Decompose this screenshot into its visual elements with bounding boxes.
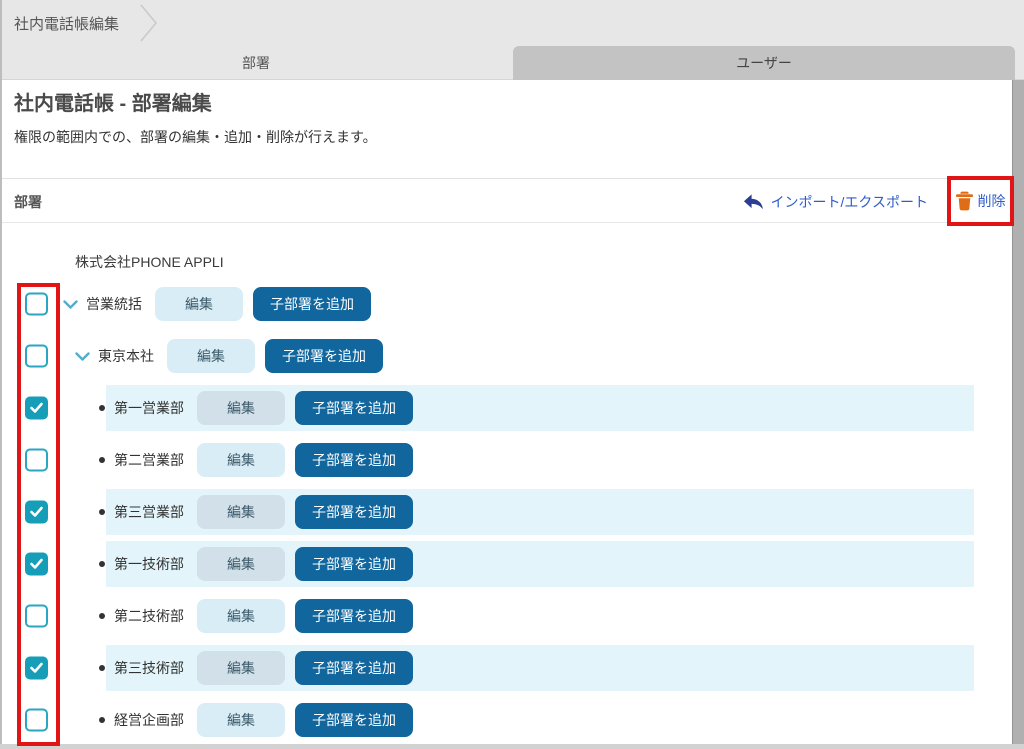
department-checkbox[interactable] <box>25 501 48 524</box>
department-checkbox[interactable] <box>25 605 48 628</box>
edit-button[interactable]: 編集 <box>197 547 285 581</box>
department-name: 第二営業部 <box>114 450 184 470</box>
bullet-icon <box>99 457 105 463</box>
bullet-icon <box>99 561 105 567</box>
edit-button[interactable]: 編集 <box>155 287 243 321</box>
import-export-label: インポート/エクスポート <box>771 192 928 212</box>
page-title: 社内電話帳 - 部署編集 <box>14 87 212 116</box>
window-border-left <box>0 0 2 749</box>
department-checkbox[interactable] <box>25 553 48 576</box>
breadcrumb[interactable]: 社内電話帳編集 <box>14 13 119 34</box>
bullet-icon <box>99 405 105 411</box>
edit-button[interactable]: 編集 <box>197 443 285 477</box>
edit-button[interactable]: 編集 <box>197 703 285 737</box>
add-child-department-button[interactable]: 子部署を追加 <box>295 443 413 477</box>
department-checkbox[interactable] <box>25 397 48 420</box>
section-title: 部署 <box>14 179 42 224</box>
reply-arrow-icon <box>743 193 764 210</box>
department-name: 第三営業部 <box>114 502 184 522</box>
bullet-icon <box>99 509 105 515</box>
delete-label: 削除 <box>978 191 1006 211</box>
bullet-icon <box>99 613 105 619</box>
chevron-down-icon[interactable] <box>63 300 78 309</box>
header-bar: 社内電話帳編集 部署 ユーザー <box>0 0 1024 80</box>
add-child-department-button[interactable]: 子部署を追加 <box>295 599 413 633</box>
chevron-down-icon[interactable] <box>75 352 90 361</box>
edit-button[interactable]: 編集 <box>197 495 285 529</box>
bullet-icon <box>99 665 105 671</box>
add-child-department-button[interactable]: 子部署を追加 <box>295 703 413 737</box>
trash-icon <box>956 191 973 211</box>
window-border-bottom <box>0 744 1024 749</box>
breadcrumb-chevron-icon <box>138 3 160 48</box>
annotation-box-delete: 削除 <box>947 176 1014 226</box>
department-row: 第一技術部 編集 子部署を追加 <box>0 538 1012 590</box>
department-checkbox[interactable] <box>25 293 48 316</box>
add-child-department-button[interactable]: 子部署を追加 <box>265 339 383 373</box>
tab-users[interactable]: ユーザー <box>513 46 1015 80</box>
department-row: 経営企画部 編集 子部署を追加 <box>0 694 1012 746</box>
department-name: 第一営業部 <box>114 398 184 418</box>
company-root-label: 株式会社PHONE APPLI <box>75 252 224 272</box>
department-row: 第二営業部 編集 子部署を追加 <box>0 434 1012 486</box>
department-name: 営業統括 <box>86 294 142 314</box>
edit-button[interactable]: 編集 <box>197 599 285 633</box>
department-row: 第二技術部 編集 子部署を追加 <box>0 590 1012 642</box>
department-row: 第三技術部 編集 子部署を追加 <box>0 642 1012 694</box>
department-name: 第一技術部 <box>114 554 184 574</box>
department-row: 営業統括 編集 子部署を追加 <box>0 278 1012 330</box>
department-checkbox[interactable] <box>25 709 48 732</box>
department-checkbox[interactable] <box>25 657 48 680</box>
department-name: 第二技術部 <box>114 606 184 626</box>
edit-button[interactable]: 編集 <box>197 651 285 685</box>
department-row: 第三営業部 編集 子部署を追加 <box>0 486 1012 538</box>
department-tree: 営業統括 編集 子部署を追加 東京本社 編集 子部署を追加 第一営業部 編集 <box>0 278 1012 746</box>
add-child-department-button[interactable]: 子部署を追加 <box>295 651 413 685</box>
department-checkbox[interactable] <box>25 345 48 368</box>
add-child-department-button[interactable]: 子部署を追加 <box>295 391 413 425</box>
department-name: 第三技術部 <box>114 658 184 678</box>
department-name: 東京本社 <box>98 346 154 366</box>
tab-departments[interactable]: 部署 <box>0 45 512 80</box>
edit-button[interactable]: 編集 <box>197 391 285 425</box>
department-row: 第一営業部 編集 子部署を追加 <box>0 382 1012 434</box>
page-description: 権限の範囲内での、部署の編集・追加・削除が行えます。 <box>14 127 377 147</box>
edit-button[interactable]: 編集 <box>167 339 255 373</box>
phonebook-edit-window: 社内電話帳編集 部署 ユーザー 社内電話帳 - 部署編集 権限の範囲内での、部署… <box>0 0 1024 749</box>
department-checkbox[interactable] <box>25 449 48 472</box>
import-export-link[interactable]: インポート/エクスポート <box>743 179 928 224</box>
add-child-department-button[interactable]: 子部署を追加 <box>253 287 371 321</box>
delete-link[interactable]: 削除 <box>956 191 1006 211</box>
add-child-department-button[interactable]: 子部署を追加 <box>295 495 413 529</box>
department-name: 経営企画部 <box>114 710 184 730</box>
department-row: 東京本社 編集 子部署を追加 <box>0 330 1012 382</box>
department-section-header: 部署 インポート/エクスポート <box>0 178 1012 223</box>
add-child-department-button[interactable]: 子部署を追加 <box>295 547 413 581</box>
bullet-icon <box>99 717 105 723</box>
